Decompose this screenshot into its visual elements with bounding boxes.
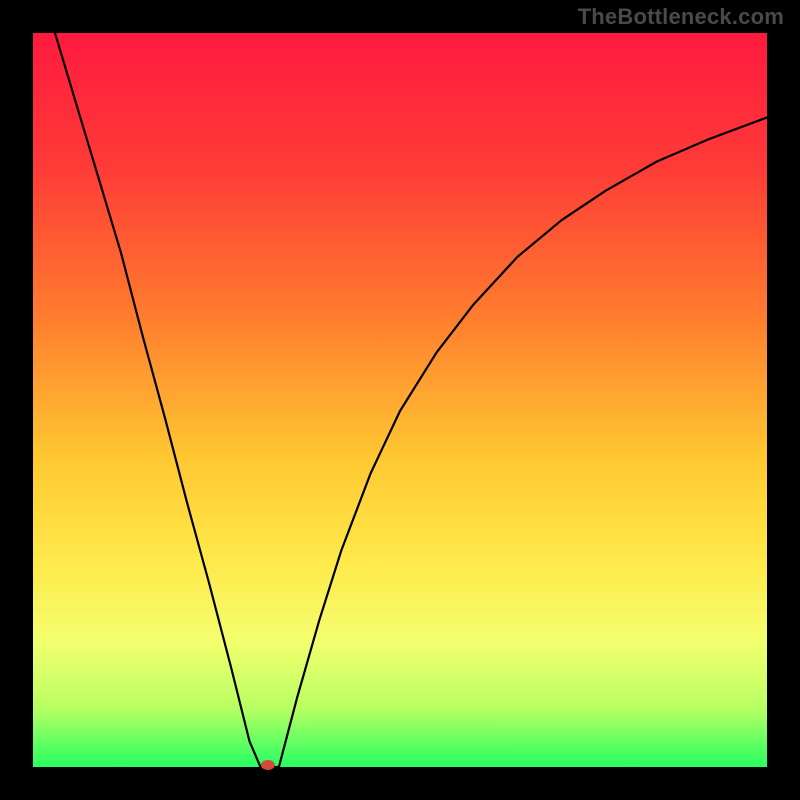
optimum-marker [261, 760, 275, 770]
chart-frame: TheBottleneck.com [0, 0, 800, 800]
chart-svg [0, 0, 800, 800]
plot-area-background [33, 33, 767, 767]
watermark-text: TheBottleneck.com [578, 4, 784, 30]
